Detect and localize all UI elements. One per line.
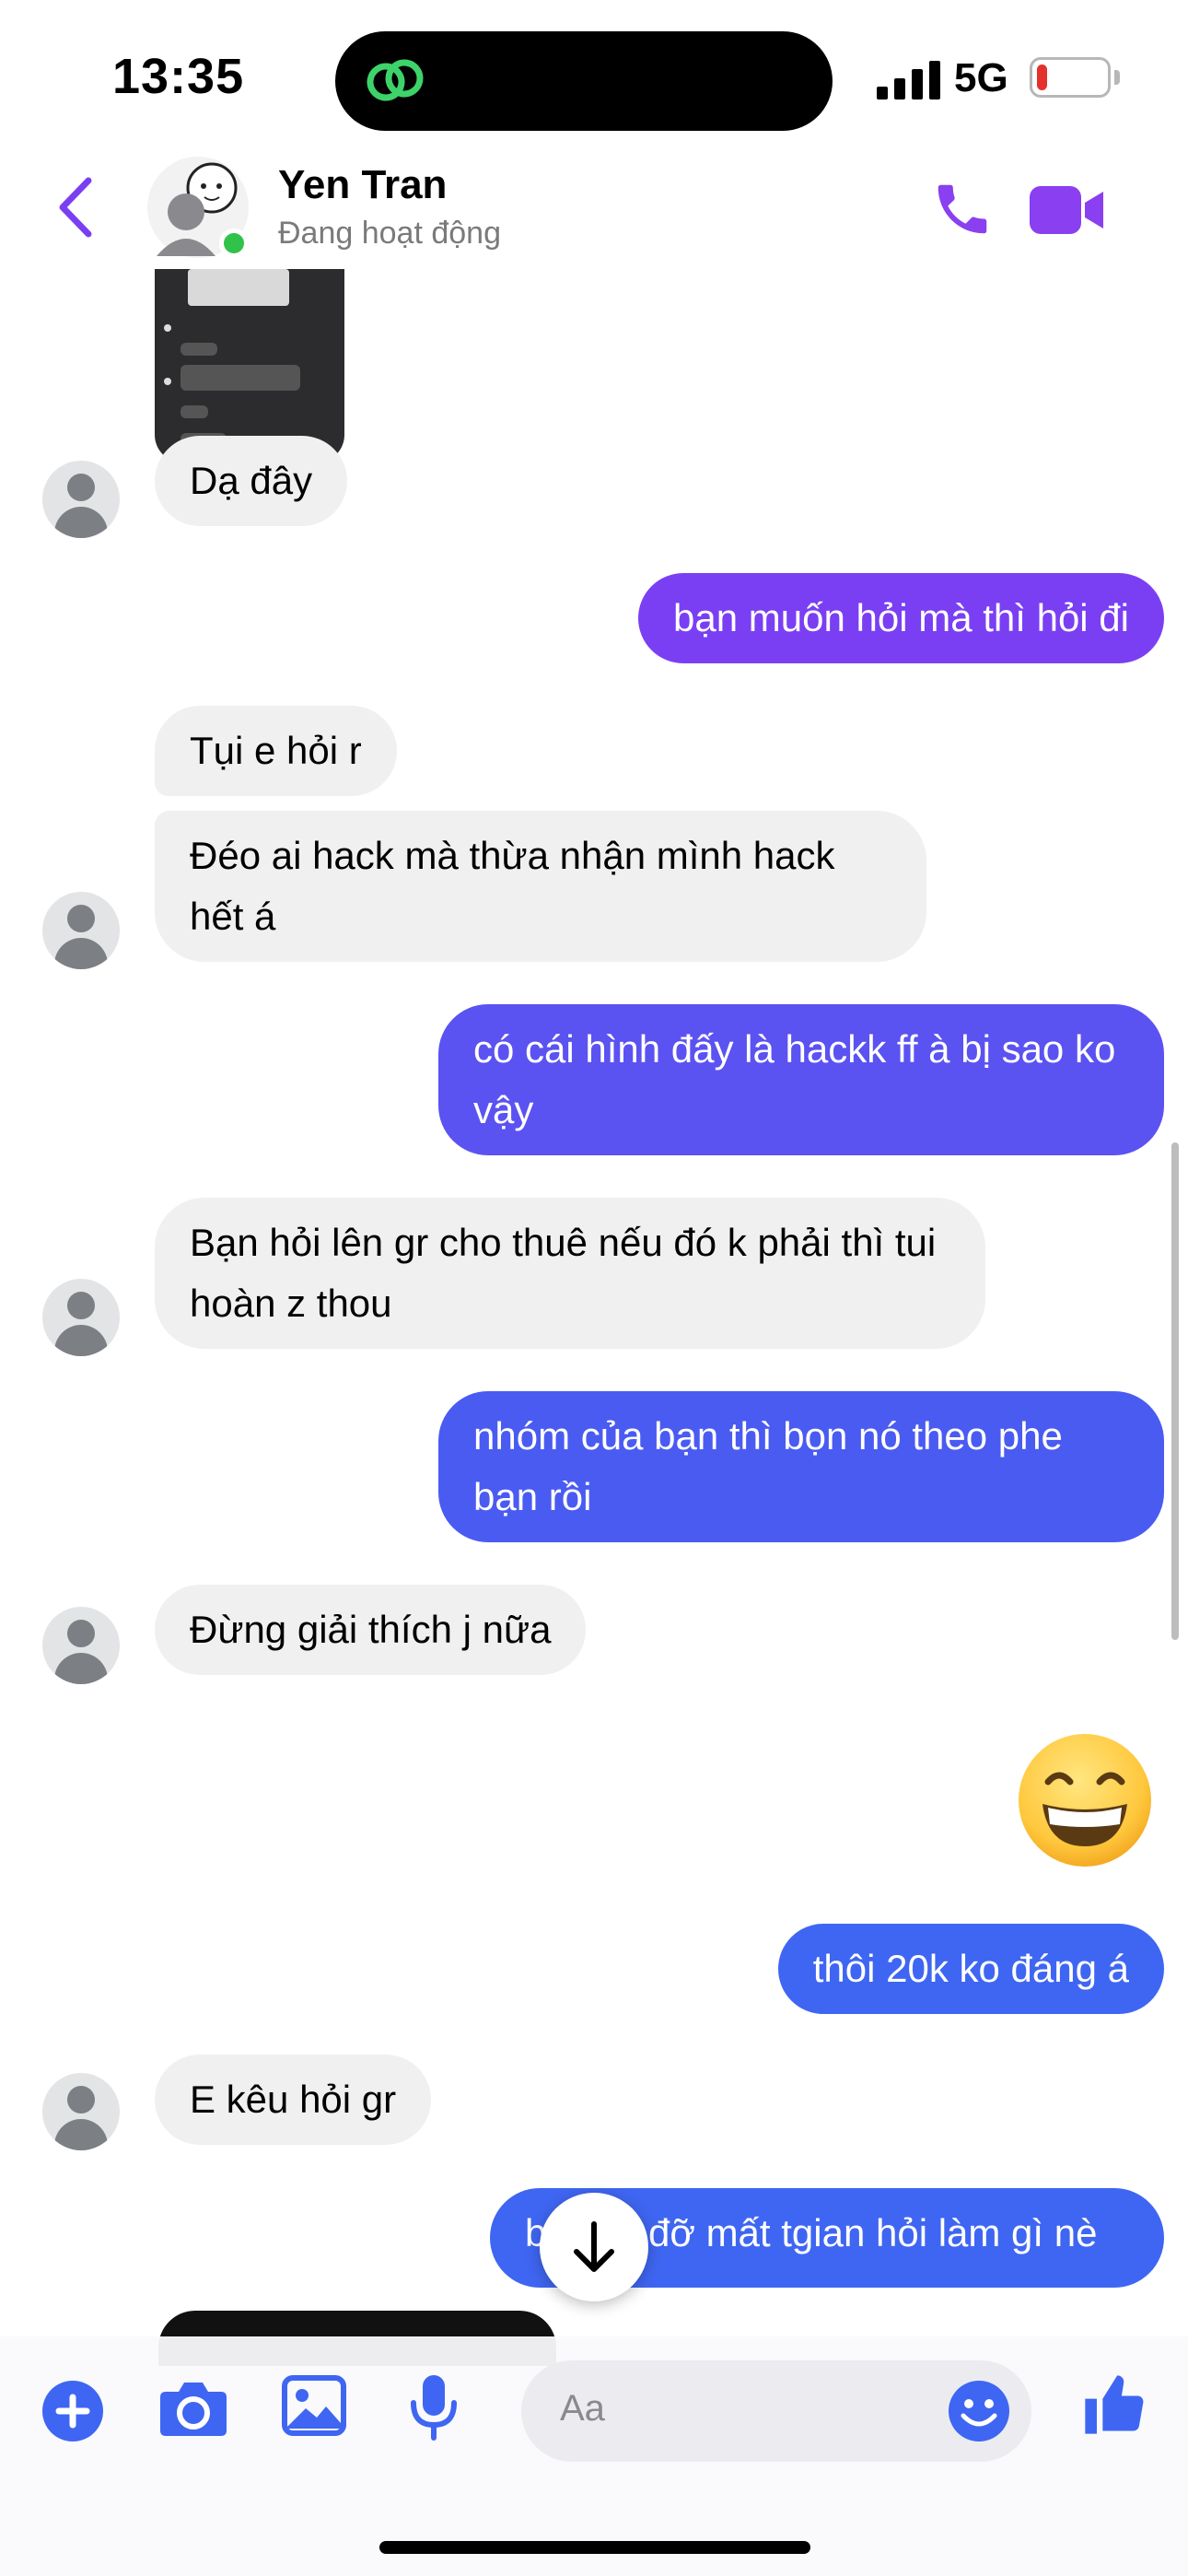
home-indicator[interactable] — [379, 2541, 810, 2554]
message-out[interactable]: nhóm của bạn thì bọn nó theo phe bạn rồi — [438, 1391, 1164, 1542]
message-composer: Aa — [0, 2336, 1188, 2576]
message-in[interactable]: Đừng giải thích j nữa — [155, 1585, 587, 1675]
message-in[interactable]: E kêu hỏi gr — [155, 2055, 432, 2145]
signal-icon — [877, 61, 940, 100]
sender-avatar[interactable] — [42, 461, 120, 538]
link-icon — [367, 59, 424, 101]
plus-icon[interactable] — [41, 2379, 105, 2443]
online-indicator — [219, 228, 249, 258]
sender-avatar[interactable] — [42, 1607, 120, 1684]
video-call-icon[interactable] — [1030, 184, 1105, 236]
emoji-icon[interactable] — [947, 2379, 1011, 2443]
status-time: 13:35 — [112, 49, 245, 104]
dynamic-island — [335, 31, 833, 131]
sender-avatar[interactable] — [42, 892, 120, 969]
sender-avatar[interactable] — [42, 2073, 120, 2150]
contact-name[interactable]: Yen Tran — [278, 162, 447, 208]
message-out[interactable]: có cái hình đấy là hackk ff à bị sao ko … — [438, 1004, 1164, 1155]
message-in[interactable]: Dạ đây — [155, 436, 348, 526]
message-input-placeholder: Aa — [560, 2388, 605, 2429]
message-in[interactable]: Bạn hỏi lên gr cho thuê nếu đó k phải th… — [155, 1198, 985, 1349]
camera-icon[interactable] — [158, 2377, 228, 2438]
message-in[interactable]: Đéo ai hack mà thừa nhận mình hack hết á — [155, 811, 926, 962]
scrollbar[interactable] — [1171, 1142, 1179, 1640]
contact-presence: Đang hoạt động — [278, 216, 501, 251]
thumbs-up-icon[interactable] — [1079, 2370, 1149, 2440]
battery-icon — [1030, 57, 1111, 98]
scroll-to-bottom-button[interactable] — [540, 2193, 648, 2301]
chat-header: Yen Tran Đang hoạt động — [0, 147, 1188, 267]
message-input[interactable]: Aa — [521, 2360, 1031, 2462]
message-in[interactable]: Tụi e hỏi r — [155, 706, 397, 796]
battery-cap — [1114, 70, 1120, 85]
grinning-emoji[interactable] — [1017, 1732, 1153, 1868]
phone-call-icon[interactable] — [930, 177, 995, 241]
message-out[interactable]: bạn muốn hỏi mà thì hỏi đi — [638, 573, 1164, 663]
back-chevron-icon[interactable] — [57, 177, 94, 238]
gallery-icon[interactable] — [282, 2375, 346, 2436]
message-fragment: đỡ mất tgian hỏi làm gì nè — [648, 2211, 1098, 2254]
sender-avatar[interactable] — [42, 1279, 120, 1356]
microphone-icon[interactable] — [409, 2373, 459, 2441]
shared-image-thumbnail[interactable] — [155, 269, 344, 463]
arrow-down-icon — [574, 2221, 614, 2272]
network-type: 5G — [954, 55, 1008, 100]
message-out[interactable]: thôi 20k ko đáng á — [777, 1924, 1164, 2014]
